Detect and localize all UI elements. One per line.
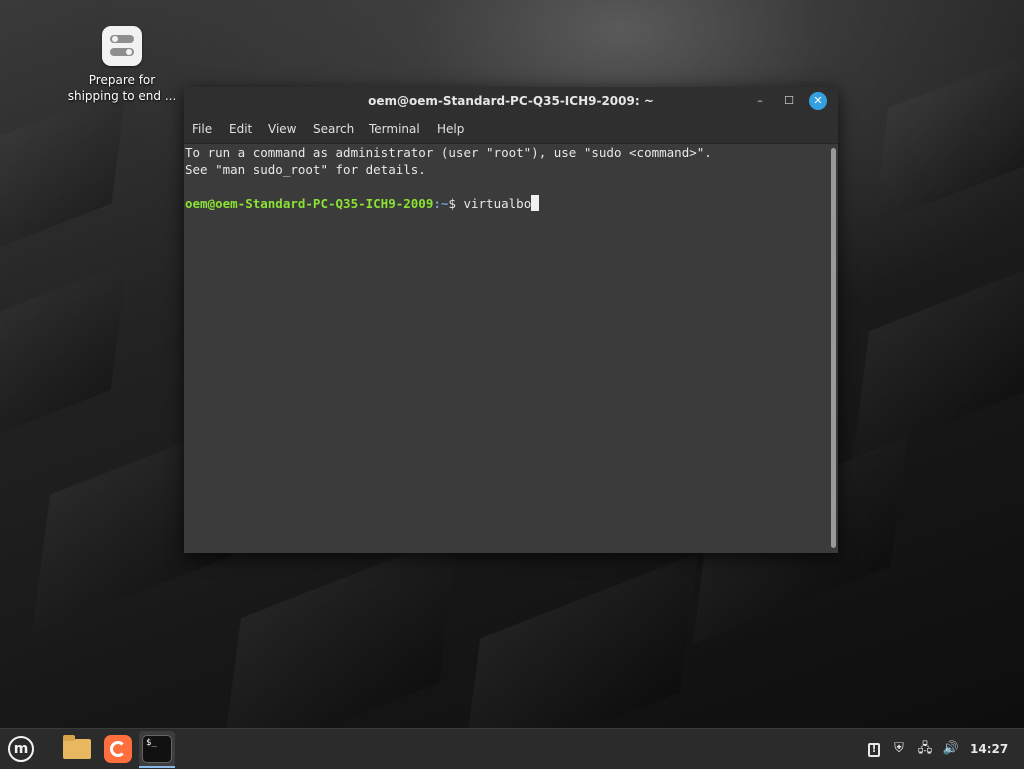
terminal-icon: $_ bbox=[142, 735, 172, 763]
volume-icon[interactable]: 🔊 bbox=[942, 739, 960, 759]
typed-command: virtualbo bbox=[463, 196, 532, 211]
desktop-shortcut-label-line2: shipping to end ... bbox=[67, 89, 177, 103]
menubar: File Edit View Search Terminal Help bbox=[184, 115, 838, 144]
terminal-line: To run a command as administrator (user … bbox=[185, 145, 712, 160]
menu-help[interactable]: Help bbox=[437, 115, 464, 143]
wallpaper-tile bbox=[0, 261, 128, 460]
maximize-button[interactable]: ☐ bbox=[780, 92, 798, 110]
wallpaper-tile bbox=[852, 261, 1024, 460]
taskbar: m $_ ! ⛨ 🖧 🔊 14:27 bbox=[0, 728, 1024, 769]
terminal-prompt-line: oem@oem-Standard-PC-Q35-ICH9-2009:~$ vir… bbox=[185, 195, 540, 212]
terminal-launcher[interactable]: $_ bbox=[139, 731, 175, 767]
network-icon[interactable]: 🖧 bbox=[916, 739, 934, 759]
prompt-path: :~ bbox=[433, 196, 449, 211]
terminal-output[interactable]: To run a command as administrator (user … bbox=[184, 144, 830, 553]
desktop-shortcut-prepare-for-shipping[interactable]: Prepare for shipping to end ... bbox=[62, 24, 182, 104]
scrollbar[interactable] bbox=[830, 144, 838, 553]
menu-terminal[interactable]: Terminal bbox=[369, 115, 420, 143]
wallpaper-tile bbox=[221, 532, 459, 728]
update-manager-icon[interactable]: ! bbox=[866, 739, 882, 759]
desktop-shortcut-label-line1: Prepare for bbox=[88, 73, 156, 87]
wallpaper-tile bbox=[461, 553, 699, 728]
toggle-settings-icon bbox=[102, 26, 142, 66]
shield-icon[interactable]: ⛨ bbox=[890, 739, 908, 759]
text-cursor bbox=[531, 195, 540, 211]
firefox-icon bbox=[104, 735, 132, 763]
prompt-user: oem@oem-Standard-PC-Q35-ICH9-2009 bbox=[185, 196, 434, 211]
scrollbar-thumb[interactable] bbox=[831, 148, 836, 548]
start-menu-button[interactable]: m bbox=[2, 731, 38, 767]
menu-search[interactable]: Search bbox=[313, 115, 354, 143]
close-button[interactable]: ✕ bbox=[809, 92, 827, 110]
firefox-launcher[interactable] bbox=[100, 731, 136, 767]
terminal-window[interactable]: oem@oem-Standard-PC-Q35-ICH9-2009: ~ – ☐… bbox=[184, 87, 838, 553]
window-titlebar[interactable]: oem@oem-Standard-PC-Q35-ICH9-2009: ~ – ☐… bbox=[184, 87, 838, 115]
wallpaper-tile bbox=[0, 85, 127, 266]
menu-view[interactable]: View bbox=[268, 115, 296, 143]
prompt-symbol: $ bbox=[448, 196, 464, 211]
minimize-button[interactable]: – bbox=[751, 92, 769, 110]
linux-mint-logo-icon: m bbox=[8, 736, 34, 762]
window-title: oem@oem-Standard-PC-Q35-ICH9-2009: ~ bbox=[368, 94, 654, 108]
wallpaper-tile bbox=[873, 45, 1024, 226]
files-launcher[interactable] bbox=[59, 731, 95, 767]
folder-icon bbox=[63, 735, 91, 759]
terminal-line: See "man sudo_root" for details. bbox=[185, 162, 426, 177]
menu-edit[interactable]: Edit bbox=[229, 115, 252, 143]
menu-file[interactable]: File bbox=[192, 115, 212, 143]
clock[interactable]: 14:27 bbox=[970, 739, 1008, 759]
